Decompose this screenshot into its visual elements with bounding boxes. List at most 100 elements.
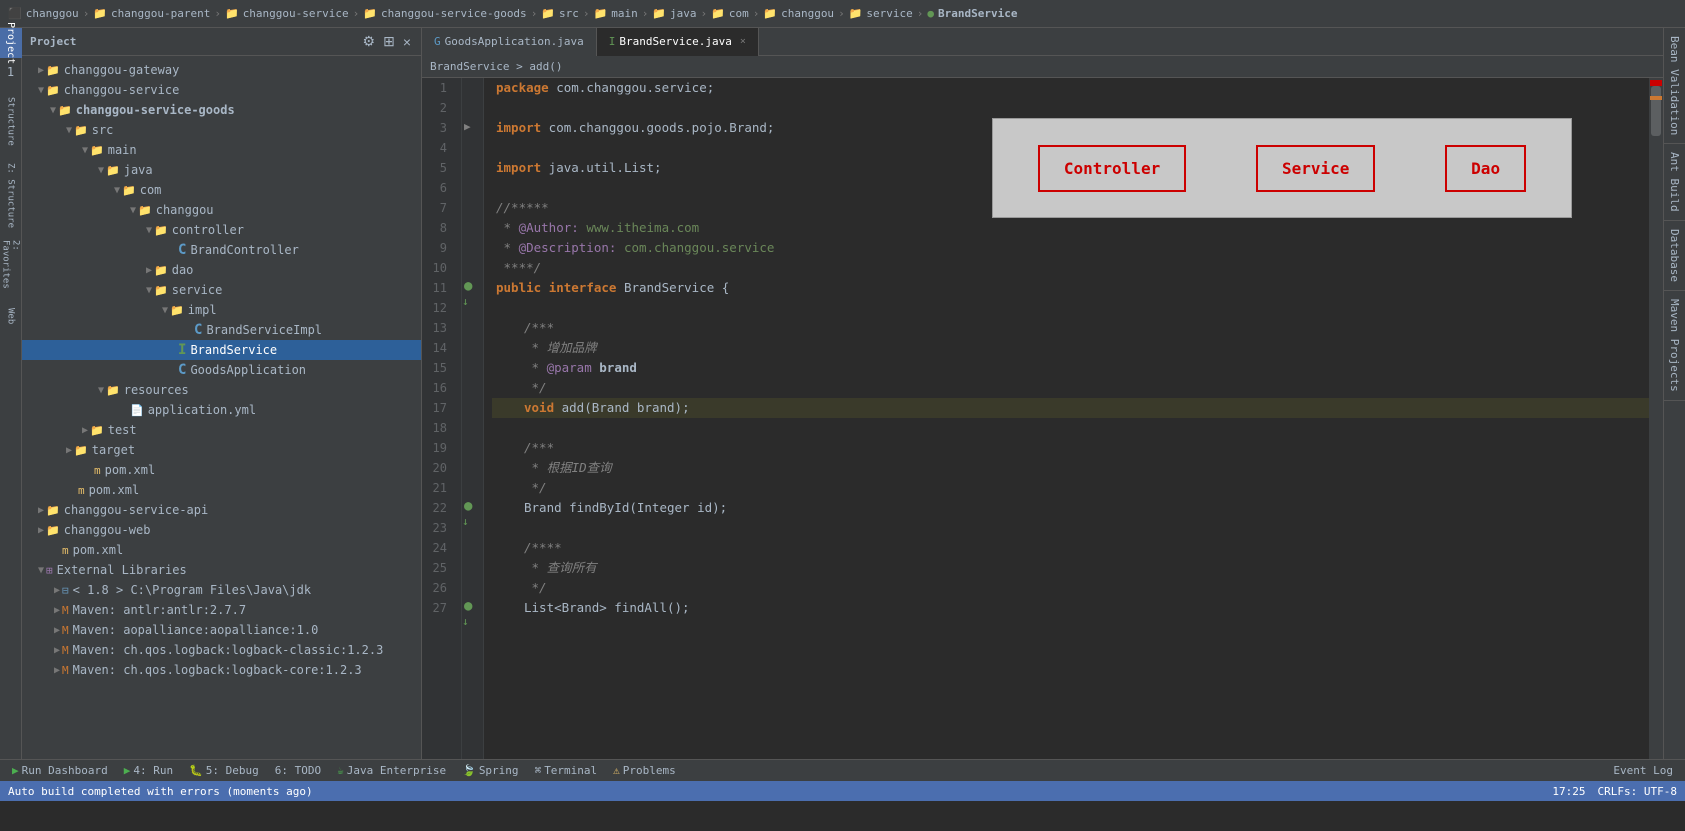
bean-validation-panel[interactable]: Bean Validation xyxy=(1664,28,1685,144)
ant-build-panel[interactable]: Ant Build xyxy=(1664,144,1685,221)
code-line-13[interactable]: /*** xyxy=(492,318,1663,338)
tree-item-jdk[interactable]: ▶ ⊟ < 1.8 > C:\Program Files\Java\jdk xyxy=(22,580,421,600)
breadcrumb-item-brandservice[interactable]: BrandService xyxy=(938,7,1017,20)
tree-item-dao[interactable]: ▶ 📁 dao xyxy=(22,260,421,280)
structure-panel-toggle[interactable]: 1 xyxy=(0,58,22,86)
tree-item-src[interactable]: ▼ 📁 src xyxy=(22,120,421,140)
tree-item-changgou-gateway[interactable]: ▶ 📁 changgou-gateway xyxy=(22,60,421,80)
code-line-12[interactable] xyxy=(492,298,1663,318)
tree-item-test[interactable]: ▶ 📁 test xyxy=(22,420,421,440)
tree-item-goodsapplication[interactable]: C GoodsApplication xyxy=(22,360,421,380)
tree-item-changgou-web[interactable]: ▶ 📁 changgou-web xyxy=(22,520,421,540)
code-line-20[interactable]: * 根据ID查询 xyxy=(492,458,1663,478)
tab-goods-application[interactable]: G GoodsApplication.java xyxy=(422,28,597,56)
tree-item-brandservice[interactable]: I BrandService xyxy=(22,340,421,360)
code-line-1[interactable]: package com.changgou.service; xyxy=(492,78,1663,98)
project-panel-toggle[interactable]: Project xyxy=(0,28,22,58)
problems-button[interactable]: ⚠ Problems xyxy=(609,764,680,777)
code-line-15[interactable]: * @param brand xyxy=(492,358,1663,378)
java-enterprise-button[interactable]: ☕ Java Enterprise xyxy=(333,764,450,777)
code-line-24[interactable]: /**** xyxy=(492,538,1663,558)
tree-item-brandcontroller[interactable]: C BrandController xyxy=(22,240,421,260)
code-line-18[interactable] xyxy=(492,418,1663,438)
tree-item-pom-web[interactable]: m pom.xml xyxy=(22,540,421,560)
code-line-10[interactable]: ****/ xyxy=(492,258,1663,278)
code-line-25[interactable]: * 查询所有 xyxy=(492,558,1663,578)
implement-arrow-2[interactable]: ↓ xyxy=(462,515,469,528)
event-log-button[interactable]: Event Log xyxy=(1609,764,1677,777)
code-line-26[interactable]: */ xyxy=(492,578,1663,598)
fold-marker[interactable]: ▶ xyxy=(464,120,471,133)
tree-item-changgou-pkg[interactable]: ▼ 📁 changgou xyxy=(22,200,421,220)
tree-item-changgou-service[interactable]: ▼ 📁 changgou-service xyxy=(22,80,421,100)
favorites-panel[interactable]: 2: Favorites xyxy=(0,236,22,301)
code-line-8[interactable]: * @Author: www.itheima.com xyxy=(492,218,1663,238)
structure-panel-toggle2[interactable]: Structure xyxy=(0,86,22,156)
implement-icon-2[interactable]: ● xyxy=(464,498,472,514)
debug-button[interactable]: 🐛 5: Debug xyxy=(185,764,263,777)
breadcrumb-item-changgou-pkg[interactable]: changgou xyxy=(781,7,834,20)
scroll-thumb[interactable] xyxy=(1651,86,1661,136)
tree-item-brandserviceimpl[interactable]: C BrandServiceImpl xyxy=(22,320,421,340)
maven-projects-panel[interactable]: Maven Projects xyxy=(1664,291,1685,401)
breadcrumb-item-changgou[interactable]: changgou xyxy=(26,7,79,20)
tree-item-antlr[interactable]: ▶ M Maven: antlr:antlr:2.7.7 xyxy=(22,600,421,620)
implement-icon-3[interactable]: ● xyxy=(464,598,472,614)
tree-item-pom-goods[interactable]: m pom.xml xyxy=(22,460,421,480)
tree-item-aop[interactable]: ▶ M Maven: aopalliance:aopalliance:1.0 xyxy=(22,620,421,640)
code-line-17[interactable]: void add(Brand brand); xyxy=(492,398,1663,418)
tree-item-target[interactable]: ▶ 📁 target xyxy=(22,440,421,460)
controller-button[interactable]: Controller xyxy=(1038,145,1186,192)
editor-scrollbar[interactable] xyxy=(1649,78,1663,759)
tree-item-pom-service[interactable]: m pom.xml xyxy=(22,480,421,500)
breadcrumb-item-service[interactable]: changgou-service xyxy=(243,7,349,20)
tree-item-application-yml[interactable]: 📄 application.yml xyxy=(22,400,421,420)
dao-button[interactable]: Dao xyxy=(1445,145,1526,192)
breadcrumb-item-goods[interactable]: changgou-service-goods xyxy=(381,7,527,20)
implement-arrow[interactable]: ↓ xyxy=(462,295,469,308)
run-button[interactable]: ▶ 4: Run xyxy=(120,764,177,777)
tab-close-button[interactable]: × xyxy=(740,36,746,47)
tree-item-external-libraries[interactable]: ▼ ⊞ External Libraries xyxy=(22,560,421,580)
code-line-16[interactable]: */ xyxy=(492,378,1663,398)
tree-item-java[interactable]: ▼ 📁 java xyxy=(22,160,421,180)
tree-item-logback-core[interactable]: ▶ M Maven: ch.qos.logback:logback-core:1… xyxy=(22,660,421,680)
terminal-button[interactable]: ⌘ Terminal xyxy=(531,764,602,777)
tree-item-com[interactable]: ▼ 📁 com xyxy=(22,180,421,200)
breadcrumb-item-parent[interactable]: changgou-parent xyxy=(111,7,210,20)
breadcrumb-item-src[interactable]: src xyxy=(559,7,579,20)
implement-arrow-3[interactable]: ↓ xyxy=(462,615,469,628)
breadcrumb-item-service-pkg[interactable]: service xyxy=(866,7,912,20)
breadcrumb-item-com[interactable]: com xyxy=(729,7,749,20)
code-line-27[interactable]: List<Brand> findAll(); xyxy=(492,598,1663,618)
code-line-21[interactable]: */ xyxy=(492,478,1663,498)
code-line-19[interactable]: /*** xyxy=(492,438,1663,458)
code-line-9[interactable]: * @Description: com.changgou.service xyxy=(492,238,1663,258)
tree-item-logback-classic[interactable]: ▶ M Maven: ch.qos.logback:logback-classi… xyxy=(22,640,421,660)
structure-z-panel[interactable]: Z: Structure xyxy=(0,156,22,236)
tree-item-changgou-service-api[interactable]: ▶ 📁 changgou-service-api xyxy=(22,500,421,520)
run-dashboard-button[interactable]: ▶ Run Dashboard xyxy=(8,764,112,777)
code-line-22[interactable]: Brand findById(Integer id); xyxy=(492,498,1663,518)
code-line-11[interactable]: public interface BrandService { xyxy=(492,278,1663,298)
breadcrumb-item-main[interactable]: main xyxy=(611,7,638,20)
sidebar-expand-button[interactable]: ⊞ xyxy=(381,33,397,50)
tree-item-impl[interactable]: ▼ 📁 impl xyxy=(22,300,421,320)
tab-brand-service[interactable]: I BrandService.java × xyxy=(597,28,759,56)
service-button[interactable]: Service xyxy=(1256,145,1375,192)
tree-item-changgou-service-goods[interactable]: ▼ 📁 changgou-service-goods xyxy=(22,100,421,120)
breadcrumb-item-java[interactable]: java xyxy=(670,7,697,20)
code-editor[interactable]: 1 2 3 4 5 6 7 8 9 10 11 12 13 14 15 16 1… xyxy=(422,78,1663,759)
code-line-2[interactable] xyxy=(492,98,1663,118)
tree-item-service[interactable]: ▼ 📁 service xyxy=(22,280,421,300)
spring-button[interactable]: 🍃 Spring xyxy=(458,764,522,777)
tree-item-controller[interactable]: ▼ 📁 controller xyxy=(22,220,421,240)
sidebar-cog-button[interactable]: ⚙ xyxy=(361,33,378,50)
todo-button[interactable]: 6: TODO xyxy=(271,764,325,777)
code-line-14[interactable]: * 增加品牌 xyxy=(492,338,1663,358)
tree-item-main[interactable]: ▼ 📁 main xyxy=(22,140,421,160)
implement-icon[interactable]: ● xyxy=(464,278,472,294)
database-panel[interactable]: Database xyxy=(1664,221,1685,291)
sidebar-close-button[interactable]: × xyxy=(401,33,413,50)
tree-item-resources[interactable]: ▼ 📁 resources xyxy=(22,380,421,400)
